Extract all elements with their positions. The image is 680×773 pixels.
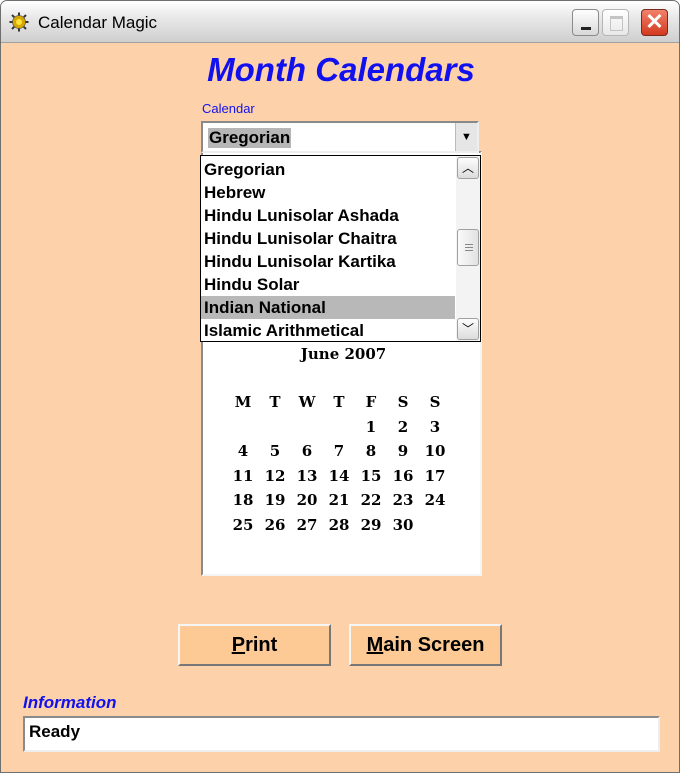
week-row: 18 19 20 21 22 23 24 xyxy=(227,491,451,516)
maximize-button[interactable] xyxy=(602,9,629,36)
information-field: Ready xyxy=(23,716,660,752)
print-label: rint xyxy=(245,634,278,656)
day-cell: 23 xyxy=(392,491,414,509)
dropdown-option[interactable]: Islamic Arithmetical xyxy=(201,319,455,342)
main-screen-label: ain Screen xyxy=(383,634,485,656)
scrollbar-thumb[interactable] xyxy=(457,229,479,266)
day-cell xyxy=(323,418,355,443)
chevron-up-icon: ︿ xyxy=(461,161,474,175)
main-screen-button[interactable]: Main Screen xyxy=(349,624,502,666)
weekday-label: M xyxy=(234,393,252,411)
main-screen-mnemonic: M xyxy=(366,634,384,656)
calendar-label: Calendar xyxy=(202,101,255,116)
day-cell: 11 xyxy=(232,466,254,485)
day-cell: 24 xyxy=(424,491,446,509)
dropdown-arrow-button[interactable]: ▼ xyxy=(455,123,477,151)
day-cell: 25 xyxy=(232,515,254,534)
day-cell: 22 xyxy=(360,491,382,509)
chevron-down-icon: ▼ xyxy=(461,131,472,143)
scroll-up-button[interactable]: ︿ xyxy=(457,157,479,179)
day-cell xyxy=(419,516,451,541)
day-cell: 9 xyxy=(397,442,409,460)
day-cell: 19 xyxy=(264,491,286,509)
day-cell: 15 xyxy=(360,466,382,485)
page-title: Month Calendars xyxy=(207,51,475,88)
weekday-label: S xyxy=(397,393,409,411)
day-cell xyxy=(259,418,291,443)
day-cell: 1 xyxy=(365,417,377,436)
close-button[interactable]: ✕ xyxy=(641,9,668,36)
calendar-select-value: Gregorian xyxy=(208,128,292,148)
dropdown-option[interactable]: Hebrew xyxy=(201,181,455,204)
dropdown-option[interactable]: Gregorian xyxy=(201,158,455,181)
information-label: Information xyxy=(23,693,117,712)
dropdown-scrollbar[interactable]: ︿ ﹀ xyxy=(456,156,480,341)
day-cell: 5 xyxy=(269,442,281,460)
grip-line xyxy=(465,247,473,248)
weekday-label: T xyxy=(333,393,345,411)
day-cell: 10 xyxy=(424,442,446,460)
print-mnemonic: P xyxy=(231,634,246,656)
week-row: 25 26 27 28 29 30 xyxy=(227,516,451,541)
day-cell: 13 xyxy=(296,466,318,485)
day-cell: 20 xyxy=(296,491,318,509)
calendar-select[interactable]: Gregorian ▼ xyxy=(201,121,479,153)
dropdown-option[interactable]: Indian National xyxy=(201,296,455,319)
day-cell: 14 xyxy=(328,466,350,485)
close-icon: ✕ xyxy=(645,9,664,34)
day-cell: 12 xyxy=(264,466,286,485)
day-cell: 6 xyxy=(301,442,313,460)
week-row: 1 2 3 xyxy=(227,418,451,443)
day-cell: 29 xyxy=(360,515,382,534)
month-title: June 2007 xyxy=(300,345,387,363)
day-cell: 4 xyxy=(237,442,249,460)
maximize-icon xyxy=(610,16,623,31)
dropdown-option[interactable]: Hindu Lunisolar Chaitra xyxy=(201,227,455,250)
month-grid: M T W T F S S 1 2 3 4 5 6 7 8 9 10 11 12 13 14 15 16 17 18 19 20 21… xyxy=(227,393,451,540)
day-cell: 8 xyxy=(365,442,377,460)
day-cell: 2 xyxy=(397,417,409,436)
sun-gear-icon xyxy=(9,12,29,32)
day-cell xyxy=(291,418,323,443)
window-title: Calendar Magic xyxy=(38,13,158,32)
day-cell: 28 xyxy=(328,515,350,534)
chevron-down-icon: ﹀ xyxy=(461,322,474,336)
weekday-label: F xyxy=(365,393,377,411)
dropdown-option[interactable]: Hindu Solar xyxy=(201,273,455,296)
minimize-icon xyxy=(581,27,591,30)
day-cell: 16 xyxy=(392,466,414,485)
day-cell: 17 xyxy=(424,466,446,485)
day-cell: 18 xyxy=(232,491,254,509)
calendar-dropdown-list[interactable]: ︿ ﹀ Gregorian Hebrew Hindu Lunisolar Ashad… xyxy=(200,155,481,342)
app-window: Calendar Magic ✕ Month Calendars Calenda… xyxy=(0,0,680,773)
grip-line xyxy=(465,250,473,251)
day-cell: 7 xyxy=(333,442,345,460)
scroll-down-button[interactable]: ﹀ xyxy=(457,318,479,340)
week-row: 4 5 6 7 8 9 10 xyxy=(227,442,451,467)
minimize-button[interactable] xyxy=(572,9,599,36)
dropdown-option[interactable]: Hindu Lunisolar Kartika xyxy=(201,250,455,273)
title-bar[interactable]: Calendar Magic ✕ xyxy=(1,1,679,43)
dropdown-option[interactable]: Hindu Lunisolar Ashada xyxy=(201,204,455,227)
weekday-label: T xyxy=(269,393,281,411)
print-button[interactable]: Print xyxy=(178,624,331,666)
weekday-label: W xyxy=(298,393,316,411)
grip-line xyxy=(465,244,473,245)
day-cell: 3 xyxy=(429,417,441,436)
day-cell: 26 xyxy=(264,515,286,534)
week-row: 11 12 13 14 15 16 17 xyxy=(227,467,451,492)
day-cell: 30 xyxy=(392,515,414,534)
weekday-header-row: MTWTFSS xyxy=(227,393,451,418)
day-cell xyxy=(227,418,259,443)
day-cell: 21 xyxy=(328,491,350,509)
day-cell: 27 xyxy=(296,515,318,534)
weekday-label: S xyxy=(429,393,441,411)
